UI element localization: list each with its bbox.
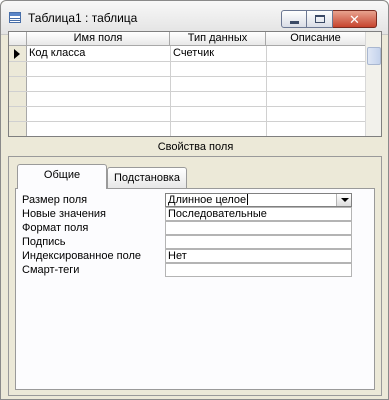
row-divider [9,121,365,122]
column-header-data-type[interactable]: Тип данных [170,32,266,46]
general-tab-body: Размер поля Длинное целое Новые значения… [15,188,375,390]
current-row-pointer-icon [14,49,20,59]
prop-label-format: Формат поля [22,222,89,234]
row-divider [9,61,365,62]
window-title: Таблица1 : таблица [28,11,138,25]
prop-label-caption: Подпись [22,236,66,248]
scroll-thumb[interactable] [367,47,381,65]
table-design-window: Таблица1 : таблица ✕ Имя поля Тип данных… [0,0,389,400]
grid-header: Имя поля Тип данных Описание [9,32,365,46]
row-divider [9,91,365,92]
tab-general[interactable]: Общие [17,164,107,189]
title-bar[interactable]: Таблица1 : таблица ✕ [1,1,388,35]
indexed-field[interactable]: Нет [165,249,352,263]
field-grid: Имя поля Тип данных Описание Код класса … [8,31,382,137]
tab-lookup[interactable]: Подстановка [107,167,187,189]
new-values-field[interactable]: Последовательные [165,207,352,221]
description-cell[interactable] [269,46,363,61]
field-name-cell[interactable]: Код класса [29,46,85,61]
field-size-value: Длинное целое [168,194,247,206]
vertical-scrollbar[interactable] [365,32,381,136]
row-selector-header[interactable] [9,32,27,46]
minimize-button[interactable] [281,10,307,28]
data-type-cell[interactable]: Счетчик [173,46,214,61]
maximize-icon [314,15,325,23]
column-header-field-name[interactable]: Имя поля [27,32,170,46]
table-icon [9,12,21,23]
close-button[interactable]: ✕ [333,10,377,28]
field-size-select[interactable]: Длинное целое [165,193,352,207]
row-divider [9,136,365,137]
minimize-icon [289,20,299,24]
format-field[interactable] [165,221,352,235]
prop-label-indexed: Индексированное поле [22,250,141,262]
smart-tags-field[interactable] [165,263,352,277]
text-cursor [247,194,249,205]
maximize-button[interactable] [307,10,333,28]
prop-label-field-size: Размер поля [22,194,88,206]
row-divider [9,76,365,77]
column-header-description[interactable]: Описание [266,32,365,46]
field-properties-title: Свойства поля [157,141,234,153]
row-divider [9,106,365,107]
prop-label-new-values: Новые значения [22,208,107,220]
close-icon: ✕ [349,11,360,27]
field-properties-panel: Общие Подстановка Размер поля Длинное це… [8,156,382,396]
caption-field[interactable] [165,235,352,249]
prop-label-smart-tags: Смарт-теги [22,264,80,276]
chevron-down-icon[interactable] [336,194,351,206]
